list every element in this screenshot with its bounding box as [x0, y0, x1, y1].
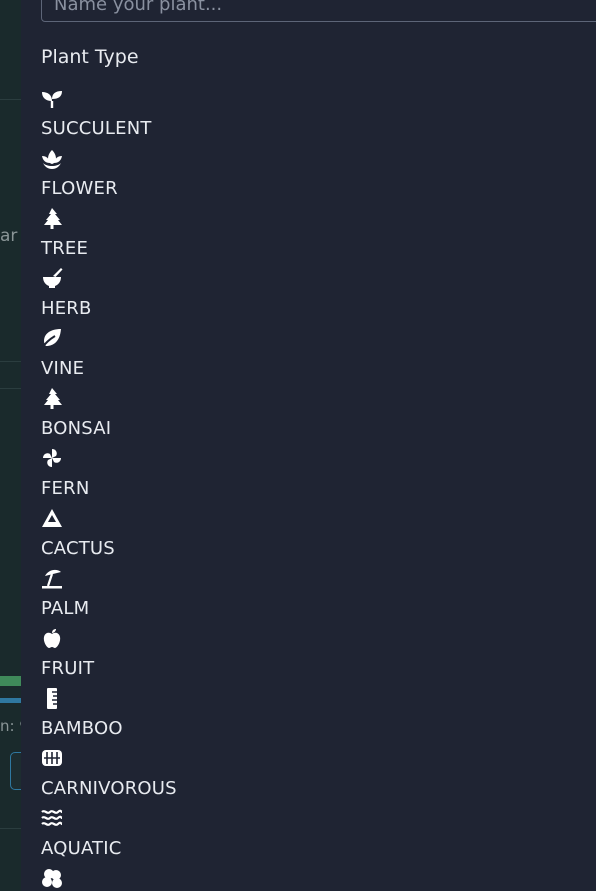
- pinwheel-icon: [41, 447, 63, 469]
- ruler-icon: [41, 687, 63, 709]
- plant-type-label-text: BAMBOO: [41, 718, 123, 739]
- seedling-icon: [41, 87, 63, 109]
- plant-type-label-text: CACTUS: [41, 538, 115, 559]
- plant-name-input[interactable]: [41, 0, 596, 22]
- plant-type-label-text: FLOWER: [41, 178, 118, 199]
- background-button[interactable]: [10, 752, 21, 790]
- plant-type-label-text: HERB: [41, 298, 92, 319]
- background-app: ar n: 9: [0, 0, 21, 891]
- apple-icon: [41, 627, 63, 649]
- divider: [0, 99, 21, 100]
- tree-icon: [41, 207, 63, 229]
- background-text: ar: [0, 226, 18, 246]
- plant-type-label-text: TREE: [41, 238, 89, 259]
- tree-icon: [41, 387, 63, 409]
- add-plant-panel: Plant Type SUCCULENT FLOWER TREE HERB VINE BO…: [21, 0, 596, 891]
- plant-type-label-text: VINE: [41, 358, 85, 379]
- plant-type-label-text: BONSAI: [41, 418, 112, 439]
- background-text: n: 9: [0, 717, 21, 735]
- mortar-icon: [41, 267, 63, 289]
- plant-type-label-text: SUCCULENT: [41, 118, 152, 139]
- plant-type-label-text: FRUIT: [41, 658, 95, 679]
- plant-type-label-text: FERN: [41, 478, 90, 499]
- umbrella-beach-icon: [41, 567, 63, 589]
- divider: [0, 388, 21, 389]
- plant-type-label-text: CARNIVOROUS: [41, 778, 177, 799]
- plant-type-label-text: AQUATIC: [41, 838, 122, 859]
- lotus-icon: [41, 147, 63, 169]
- cloud-cluster-icon: [41, 867, 63, 889]
- leaf-icon: [41, 327, 63, 349]
- teeth-icon: [41, 747, 63, 769]
- water-icon: [41, 807, 63, 829]
- plant-type-label-text: PALM: [41, 598, 90, 619]
- divider: [0, 361, 21, 362]
- progress-bar-blue: [0, 698, 21, 703]
- mountain-icon: [41, 507, 63, 529]
- divider: [0, 828, 21, 829]
- progress-bar-green: [0, 676, 21, 686]
- plant-type-label: Plant Type: [41, 46, 139, 68]
